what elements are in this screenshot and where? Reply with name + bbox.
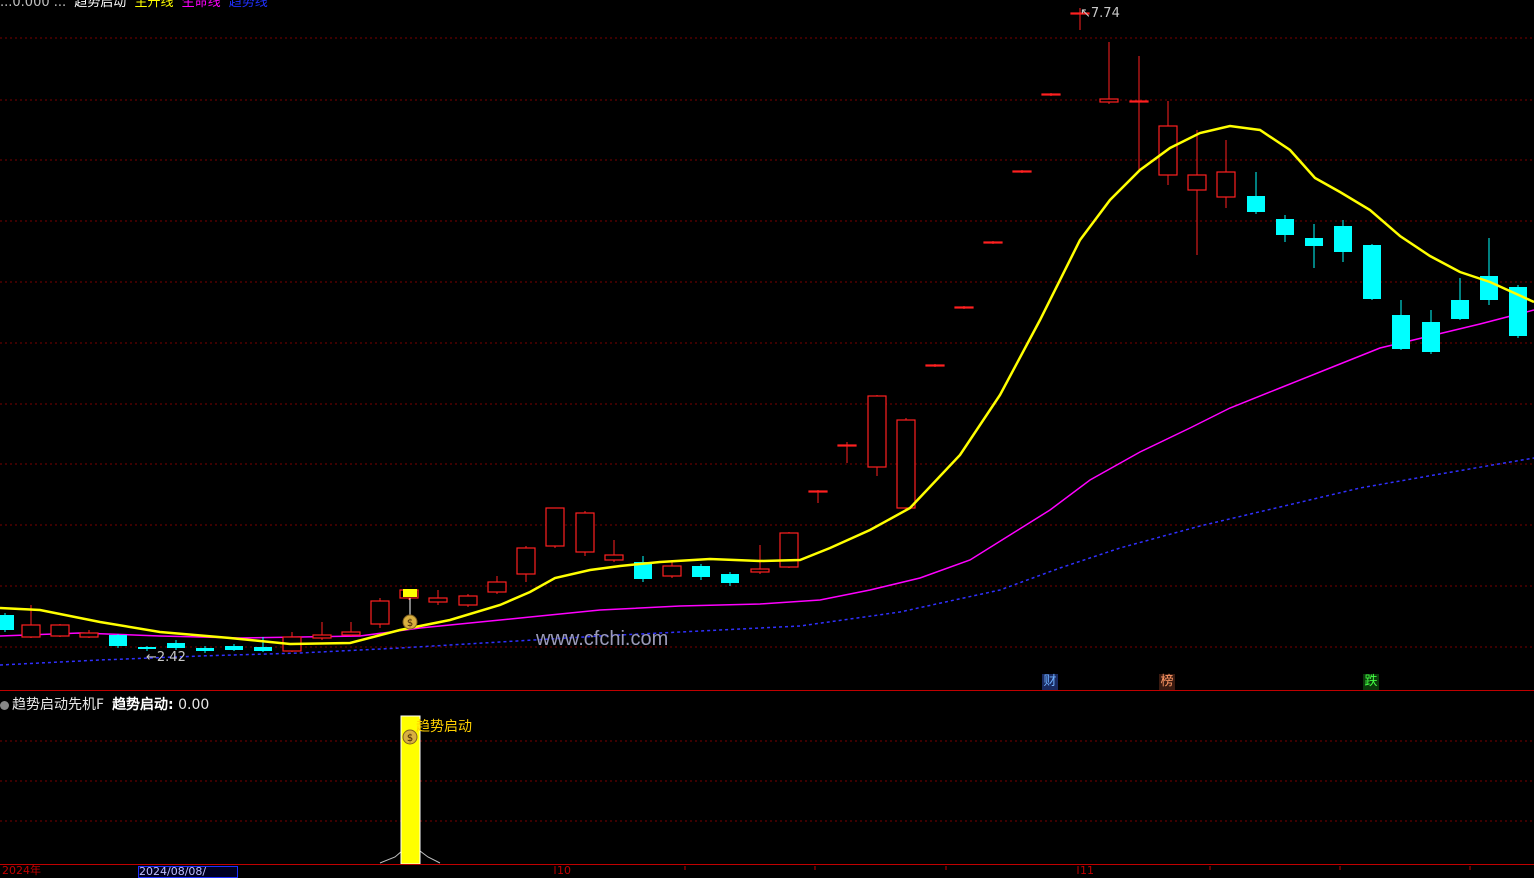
candle-body-up [575, 512, 595, 553]
candle-body-up [516, 547, 536, 575]
price-high-label: ↖7.74 [1080, 6, 1120, 21]
candle-body-up [896, 419, 916, 509]
candle-body-up [1041, 93, 1061, 96]
candle-body-up [1187, 174, 1207, 191]
bottom-divider [0, 864, 1534, 865]
subchart-grid [0, 740, 1534, 822]
start-signal-marker: $ [402, 589, 418, 630]
candle-body-up [1216, 171, 1236, 198]
watermark: www.cfchi.com [536, 628, 669, 650]
candle-body-down [721, 574, 739, 583]
candle-body-up [428, 597, 448, 603]
candle-body-down [138, 647, 156, 649]
candle-body-down [1247, 196, 1265, 212]
candle-body-down [0, 615, 14, 630]
candle-body-down [692, 566, 710, 577]
life-line [0, 309, 1534, 639]
candle-body-down [109, 635, 127, 646]
badge-drop[interactable]: 跌 [1363, 674, 1379, 690]
candle-body-up [21, 624, 41, 638]
marker-flag [403, 589, 417, 597]
price-high-value: 7.74 [1090, 6, 1120, 21]
candle-body-down [1334, 226, 1352, 252]
month-label-11: 11 [1080, 864, 1094, 877]
candle-body-up [341, 631, 361, 636]
candle-body-up [50, 624, 70, 637]
candle-body-up [662, 565, 682, 577]
candle-body-down [167, 643, 185, 648]
candle-body-up [1099, 98, 1119, 103]
price-low-label: ←2.42 [146, 650, 186, 665]
candles-group [0, 8, 1527, 653]
money-bag-symbol: $ [407, 618, 413, 629]
main-rise-line [0, 124, 1534, 646]
candle-body-down [225, 646, 243, 650]
candle-body-up [545, 507, 565, 547]
signal-label: 趋势启动 [416, 719, 472, 735]
candle-body-down [1363, 245, 1381, 299]
candle-body-up [487, 581, 507, 593]
candle-body-up [370, 600, 390, 625]
candle-body-down [254, 647, 272, 651]
candle-body-down [1305, 238, 1323, 246]
candle-body-up [867, 395, 887, 468]
candle-body-up [954, 306, 974, 309]
candle-body-up [312, 634, 332, 639]
indicator-subchart[interactable]: $ [0, 691, 1534, 866]
candle-body-down [1392, 315, 1410, 349]
candle-body-up [925, 364, 945, 367]
candle-body-up [808, 490, 828, 493]
main-rise-path [0, 124, 1534, 646]
candle-body-up [1129, 100, 1149, 103]
month-label-10: 10 [557, 864, 571, 877]
candle-body-up [779, 532, 799, 568]
candlestick-chart[interactable]: $ [0, 0, 1534, 690]
badge-finance[interactable]: 财 [1042, 674, 1058, 690]
svg-text:$: $ [407, 733, 413, 744]
candle-body-up [1012, 170, 1032, 173]
candle-body-down [1422, 322, 1440, 352]
money-bag-icon: $ [402, 729, 418, 745]
life-line-path [0, 309, 1534, 639]
candle-body-up [750, 568, 770, 573]
cursor-date-box: 2024/08/08/ [138, 866, 238, 878]
year-label: 2024年 [2, 864, 41, 877]
candle-body-up [604, 554, 624, 561]
candle-body-up [79, 632, 99, 638]
price-low-value: 2.42 [156, 650, 186, 665]
candle-body-up [837, 444, 857, 447]
candle-body-down [1276, 219, 1294, 235]
chart-grid [0, 37, 1534, 648]
candle-body-up [983, 241, 1003, 244]
candle-body-up [458, 595, 478, 606]
candle-body-down [196, 648, 214, 651]
badge-ranking[interactable]: 榜 [1159, 674, 1175, 690]
candle-body-down [1451, 300, 1469, 319]
